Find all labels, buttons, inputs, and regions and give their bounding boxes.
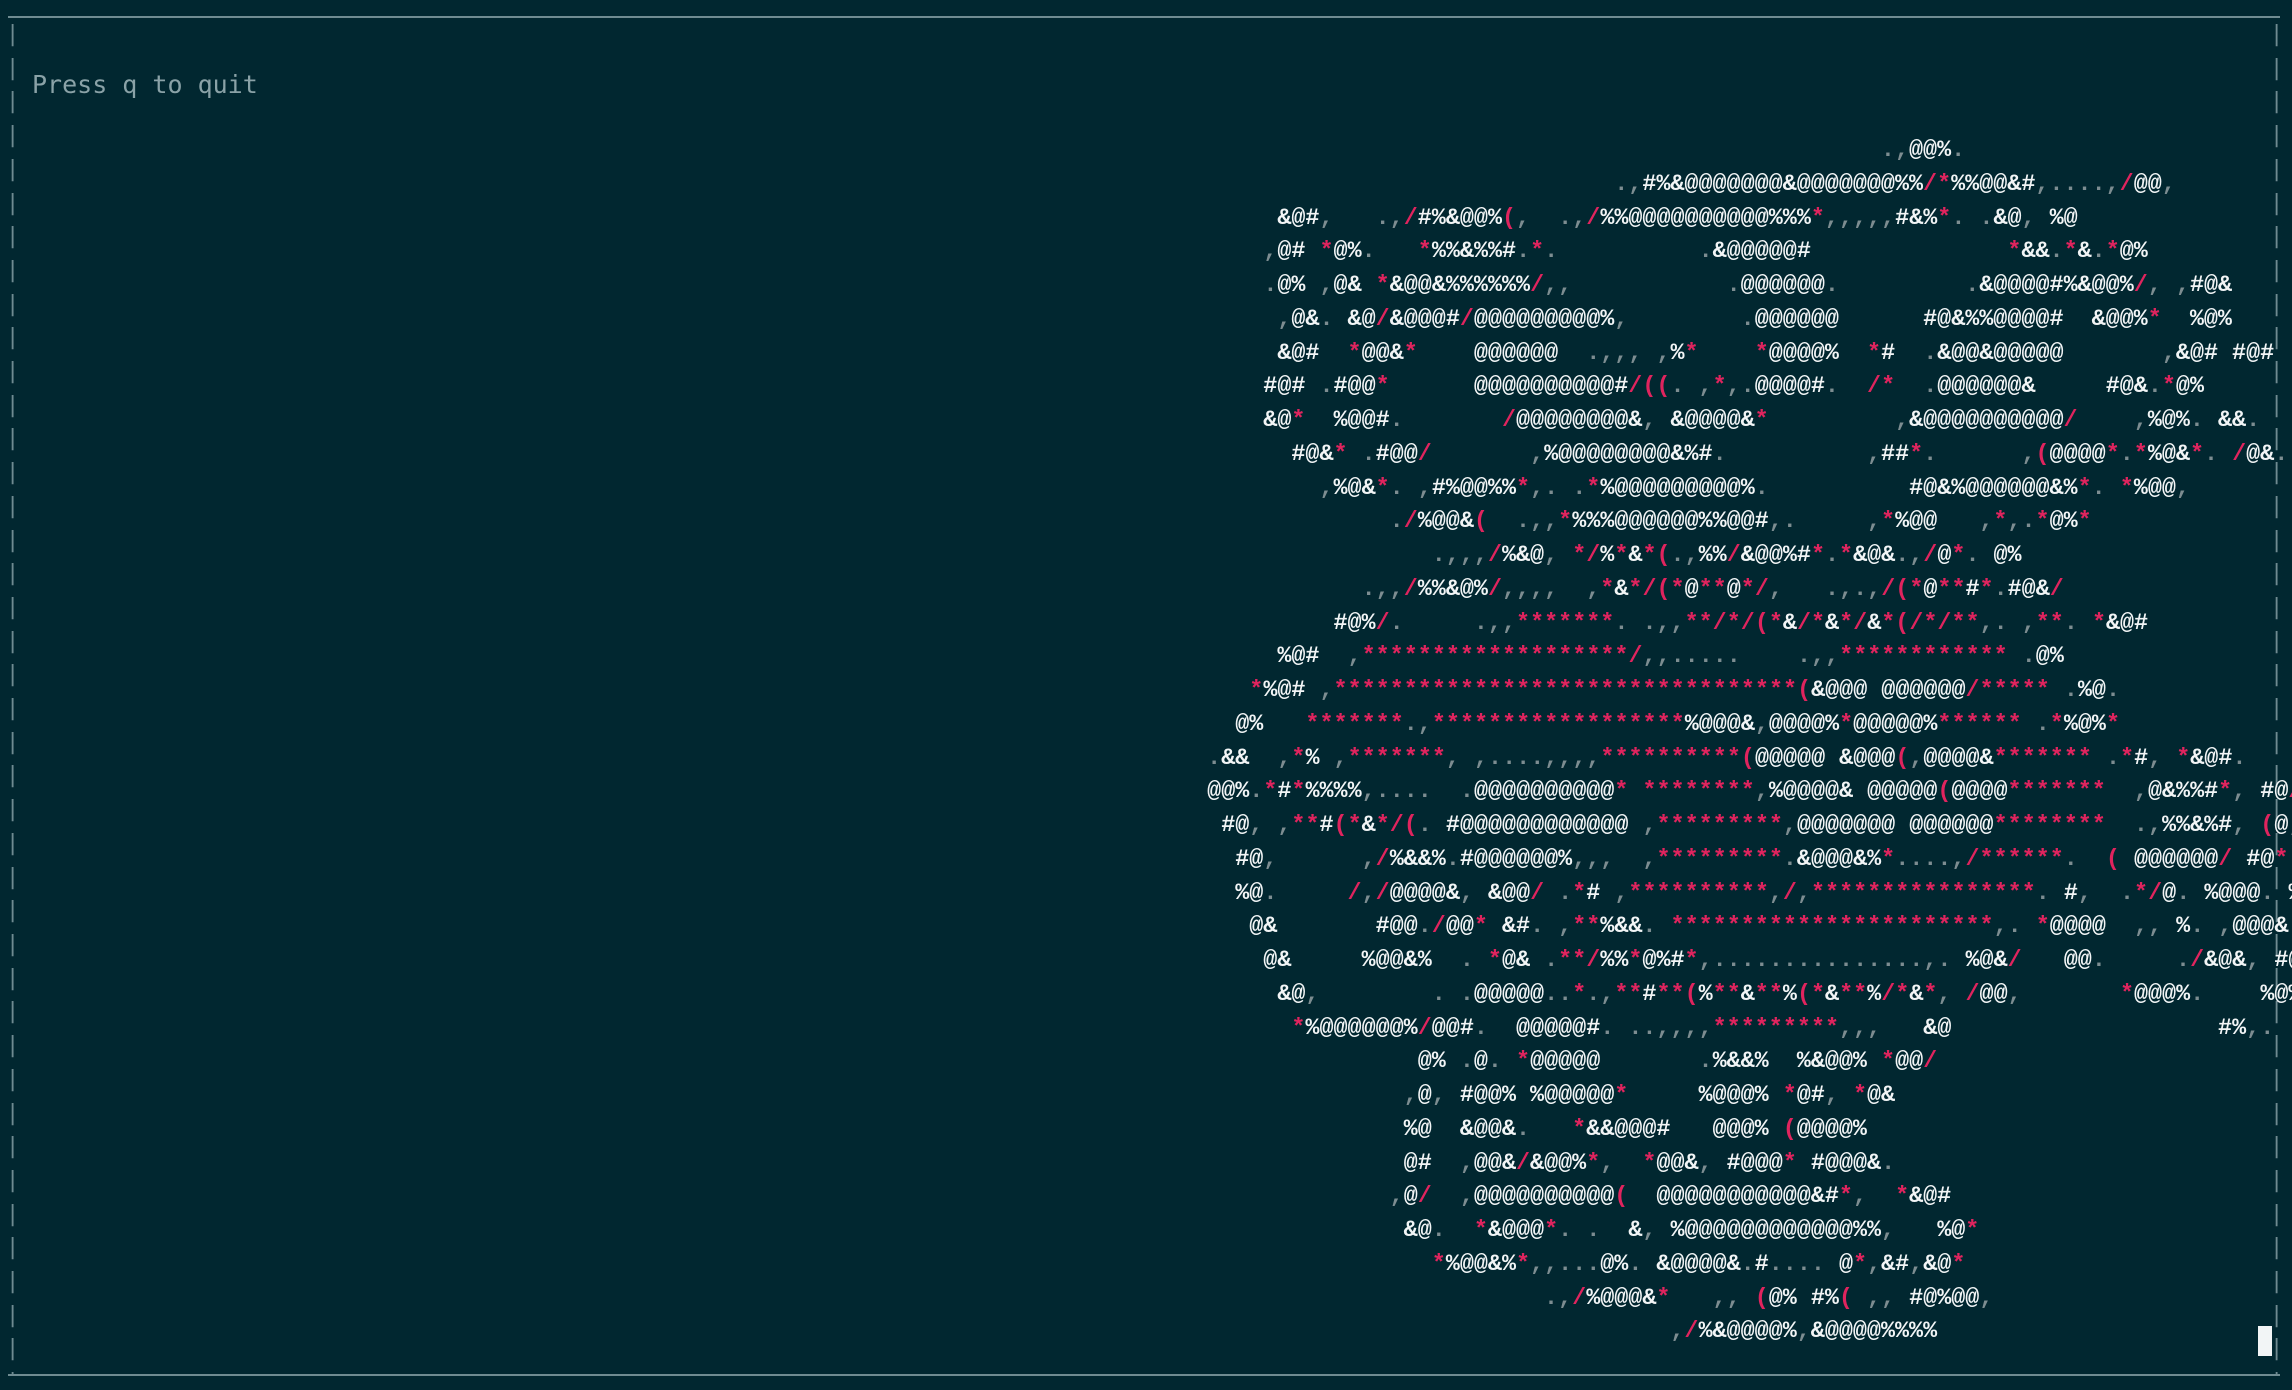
ascii-art-line: .,/%@@@&* ,, (@% #%( ,, #@%@@, <box>1544 1285 1994 1312</box>
ascii-art-line: ,/%&@@@@%,&@@@@%%%% <box>1670 1319 1938 1346</box>
ascii-art-line: &@. *&@@@*. . &, %@@@@@@@@@@@@%%, %@* <box>0 1218 1980 1244</box>
ascii-art-line: @% .@. *@@@@@ .%&&% %&@@% *@@/ <box>0 1049 1938 1076</box>
ascii-art-line: %@. /,/@@@@&, &@@/ .*# ,**********,/,***… <box>0 880 2292 907</box>
ascii-art-line: @& #@@./@@* &#. ,**%&&. ****************… <box>0 914 2289 941</box>
terminal-window[interactable]: | | | | | | | | | | | | | | | | | | | | … <box>0 0 2292 1390</box>
ascii-art-line: #@&* .#@@/ ,%@@@@@@@@&%#. ,##*. ,(@@@@*.… <box>0 441 2289 468</box>
ascii-art-line: .,,/%%&@%/,,,, ,*&*/(*@**@*/, .,.,/(*@**… <box>1361 576 2064 603</box>
ascii-art-line: @% *******.,******************%@@@&,@@@@… <box>0 711 2120 738</box>
ascii-art-line: #@, ,**#(*&*/(. #@@@@@@@@@@@@ ,*********… <box>0 813 2292 839</box>
ascii-art-pomegranate: .,@@%. .,#%&@@@@@@@&@@@@@@@%%/*%%@@&#,..… <box>0 135 2292 1350</box>
ascii-art-line: %@ &@@&. *&&@@@# @@@% (@@@@% <box>0 1116 1867 1143</box>
block-cursor-icon <box>2258 1326 2272 1356</box>
ascii-art-line: &@# *@@&* @@@@@@ .,,, ,%* *@@@@% *# .&@@… <box>0 340 2275 367</box>
ascii-art-line: #@# .#@@* @@@@@@@@@@#/((. ,*,.@@@@#. /* … <box>0 374 2204 401</box>
ascii-art-line: *%@@&%*,,...@%. &@@@@&.#.... @*,&#,&@* <box>1431 1251 1966 1278</box>
ascii-art-line: ./%@@&( .,,*%%%@@@@@@%%@@#,. ,*%@@ ,*,.*… <box>1389 509 2092 536</box>
ascii-art-line: &@* %@@#. /@@@@@@@@&, &@@@@&* ,&@@@@@@@@… <box>0 408 2261 434</box>
ascii-art-line: ,@# *@%. *%%&%%#.*. .&@@@@@# *&&.*&.*@% <box>1263 239 2148 266</box>
quit-hint: Press q to quit <box>32 70 258 99</box>
ascii-art-line: *%@# ,*********************************(… <box>1249 678 2121 704</box>
ascii-art-line: *%@@@@@@%/@@#. @@@@@#. ..,,,,*********,,… <box>1291 1015 2275 1042</box>
ascii-art-line: %@# ,*******************/,,..... .,,****… <box>0 644 2064 671</box>
ascii-art-line: ,%@&*. ,#%@@%%*,. .*%@@@@@@@@@%. #@&%@@@… <box>1319 475 2190 502</box>
ascii-art-line: .,@@%. <box>1880 138 1966 164</box>
ascii-art-line: .,,,/%&@, */%*&*(.,%%/&@@%#*.*&@&.,/@*. … <box>1431 543 2022 569</box>
ascii-art-line: .&& ,*% ,*******, ,....,,,,**********(@@… <box>1207 745 2247 772</box>
ascii-art-line: ,@/ ,@@@@@@@@@@( @@@@@@@@@@@&#*, *&@# <box>1389 1184 1952 1211</box>
ascii-art-line: #@, ,/%&&%.#@@@@@@%,,, ,*********.&@@@&%… <box>0 846 2289 873</box>
ascii-art-line: .@% ,@& *&@@&%%%%%%/,, .@@@@@@. .&@@@@#%… <box>1263 273 2233 299</box>
ascii-art-line: @& %@@&% . *@& .**/%%*@%#*,.............… <box>0 948 2292 974</box>
ascii-art-line: #@%/. .,,*******. .,,**/*/(*&/*&*/&*(/*/… <box>0 610 2149 637</box>
ascii-art-line: ,@&. &@/&@@@#/@@@@@@@@@%, .@@@@@@ #@&%%@… <box>1277 306 2232 333</box>
ascii-art-line: @# ,@@&/&@@%*, *@@&, #@@@* #@@@&. <box>0 1150 1896 1177</box>
ascii-art-line: &@#, .,/#%&@@%(, .,/%%@@@@@@@@@@%%%*,,,,… <box>0 205 2078 232</box>
ascii-art-line: @@%.*#*%%%%,.... .@@@@@@@@@@* ********,%… <box>0 779 2292 806</box>
ascii-art-line: .,#%&@@@@@@@&@@@@@@@%%/*%%@@&#,....,/@@, <box>1614 171 2176 198</box>
ascii-art-line: &@, . .@@@@@..*.,**#**(%**&**%(*&**%/*&*… <box>0 981 2292 1008</box>
ascii-art-line: ,@, #@@% %@@@@@* %@@@% *@#, *@& <box>1403 1083 1896 1109</box>
